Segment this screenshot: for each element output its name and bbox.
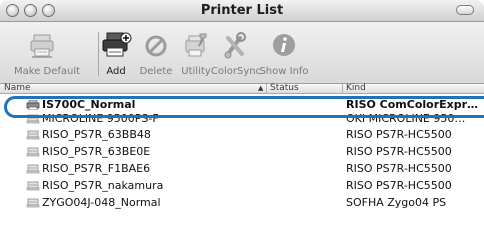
printer-icon bbox=[26, 130, 40, 140]
printer-row[interactable]: RISO_PS7R_63BE0E RISO PS7R-HC5500 bbox=[0, 144, 484, 160]
printer-icon bbox=[26, 147, 40, 157]
printer-row[interactable]: ZYGO04J-048_Normal SOFHA Zygo04 PS bbox=[0, 195, 484, 211]
printer-kind: SOFHA Zygo04 PS bbox=[346, 196, 447, 209]
show-info-label: Show Info bbox=[259, 66, 309, 77]
printer-name: RISO_PS7R_F1BAE6 bbox=[42, 162, 151, 175]
column-divider[interactable] bbox=[342, 84, 343, 94]
printer-name: RISO_PS7R_nakamura bbox=[42, 179, 164, 192]
printer-kind: RISO PS7R-HC5500 bbox=[346, 145, 452, 158]
printer-name: RISO_PS7R_63BE0E bbox=[42, 145, 151, 158]
column-header: Name ▲ Status Kind bbox=[0, 83, 484, 94]
make-default-button[interactable]: Make Default bbox=[14, 30, 81, 80]
printer-list-window: Printer List Make Default Add Delete Uti… bbox=[0, 0, 484, 244]
printer-row[interactable]: RISO_PS7R_nakamura RISO PS7R-HC5500 bbox=[0, 178, 484, 194]
printer-kind: RISO PS7R-HC5500 bbox=[346, 128, 452, 141]
kind-column-header[interactable]: Kind bbox=[346, 83, 466, 93]
info-icon bbox=[254, 30, 314, 60]
printer-icon bbox=[26, 164, 40, 174]
printer-icon bbox=[26, 198, 40, 208]
selection-highlight-outline bbox=[4, 96, 484, 118]
window-title: Printer List bbox=[200, 3, 284, 18]
printer-kind: RISO PS7R-HC5500 bbox=[346, 162, 452, 175]
printer-icon bbox=[26, 181, 40, 191]
column-divider[interactable] bbox=[266, 84, 267, 94]
show-info-button[interactable]: Show Info bbox=[254, 30, 314, 80]
printer-row[interactable]: RISO_PS7R_F1BAE6 RISO PS7R-HC5500 bbox=[0, 161, 484, 177]
sort-ascending-icon: ▲ bbox=[258, 84, 264, 92]
printer-kind: RISO PS7R-HC5500 bbox=[346, 179, 452, 192]
make-default-label: Make Default bbox=[14, 66, 81, 77]
printer-name: ZYGO04J-048_Normal bbox=[42, 196, 161, 209]
printer-row[interactable]: RISO_PS7R_63BB48 RISO PS7R-HC5500 bbox=[0, 127, 484, 143]
title-bar[interactable]: Printer List bbox=[0, 0, 484, 22]
toolbar: Make Default Add Delete Utility ColorSyn… bbox=[0, 22, 484, 84]
name-column-header[interactable]: Name bbox=[4, 83, 204, 93]
toolbar-toggle-button[interactable] bbox=[456, 5, 474, 15]
printer-name: RISO_PS7R_63BB48 bbox=[42, 128, 151, 141]
status-column-header[interactable]: Status bbox=[270, 83, 330, 93]
make-default-icon bbox=[14, 30, 74, 60]
